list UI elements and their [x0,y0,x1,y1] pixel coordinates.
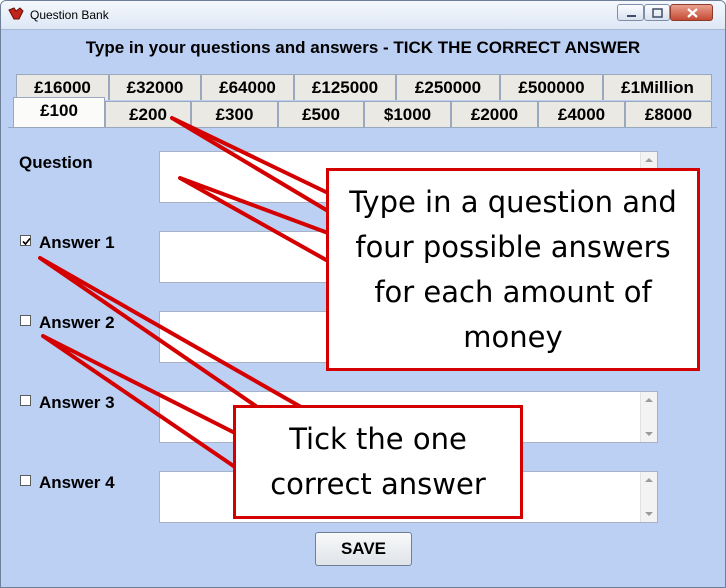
callout-questions-text: Type in a question and four possible ans… [349,184,677,354]
callout-tick-text: Tick the one correct answer [270,422,486,501]
callout-questions: Type in a question and four possible ans… [326,168,700,371]
question-bank-window: Question Bank Type in your questions and… [0,0,726,588]
tab-100[interactable]: £100 [13,97,105,127]
callout-tick: Tick the one correct answer [233,405,523,519]
